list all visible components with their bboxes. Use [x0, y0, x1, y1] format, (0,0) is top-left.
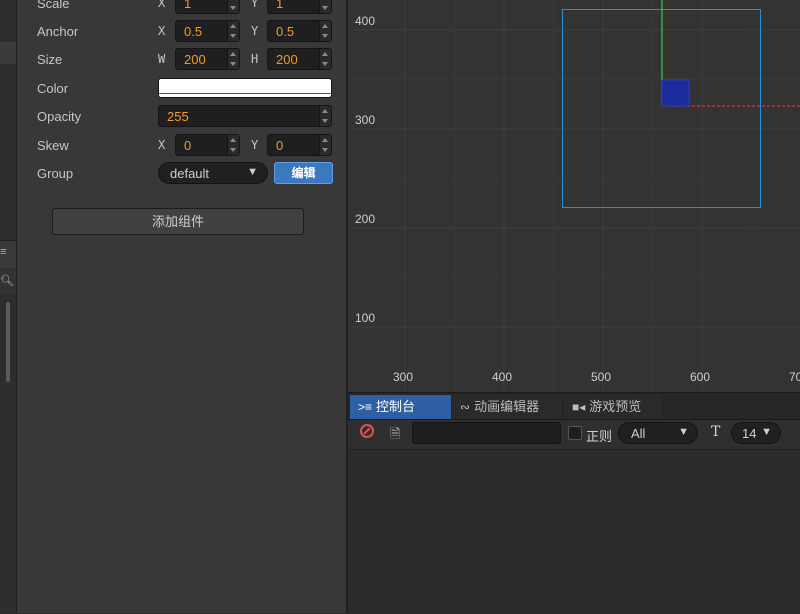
size-w-value: 200 — [184, 52, 206, 67]
x-axis-label-400: 400 — [492, 370, 513, 384]
tab-animation-editor[interactable]: ∾ 动画编辑器 — [452, 395, 562, 419]
y-axis-label-100: 100 — [355, 311, 376, 325]
group-select-value: default — [170, 166, 210, 181]
x-axis-label-300: 300 — [393, 370, 414, 384]
scene-viewport[interactable]: 400 300 200 100 300 400 500 600 70 — [348, 0, 800, 392]
anchor-y-value: 0.5 — [276, 24, 295, 39]
terminal-icon: >≡ — [358, 400, 373, 414]
scrollbar-thumb[interactable] — [6, 302, 10, 382]
log-level-value: All — [631, 426, 646, 441]
font-size-value: 14 — [742, 426, 757, 441]
anchor-y-stepper[interactable] — [319, 21, 331, 41]
x-axis-label-600: 600 — [690, 370, 711, 384]
console-panel: >≡ 控制台 ∾ 动画编辑器 ■◂ 游戏预览 🗎 正则 All ▼ T 14 ▼ — [348, 392, 800, 614]
regex-label: 正则 — [586, 429, 613, 444]
add-component-button[interactable]: 添加组件 — [52, 208, 304, 235]
anchor-x-axis-label: X — [158, 24, 166, 38]
regex-checkbox[interactable] — [568, 426, 582, 440]
opacity-value: 255 — [167, 109, 189, 124]
open-log-file-icon[interactable]: 🗎 — [390, 425, 400, 447]
font-size-select[interactable]: 14 ▼ — [731, 422, 781, 444]
triangle-down-icon: ▼ — [247, 166, 258, 178]
search-icon[interactable]: 🔍︎ — [0, 274, 14, 287]
color-label: Color — [37, 81, 69, 96]
skew-y-stepper[interactable] — [319, 135, 331, 155]
skew-x-axis-label: X — [158, 138, 166, 152]
y-axis-label-200: 200 — [355, 212, 376, 226]
size-h-value: 200 — [276, 52, 298, 67]
opacity-stepper[interactable] — [319, 106, 331, 126]
menu-icon[interactable]: ≡ — [0, 246, 6, 258]
size-w-axis-label: W — [158, 52, 166, 66]
size-h-field[interactable]: 200 — [267, 48, 332, 70]
size-w-stepper[interactable] — [227, 49, 239, 69]
anchor-y-axis-label: Y — [251, 24, 259, 38]
x-axis-label-500: 500 — [591, 370, 612, 384]
skew-row: Skew X 0 Y 0 — [17, 134, 346, 160]
skew-x-value: 0 — [184, 138, 192, 153]
x-axis-label-700: 70 — [789, 370, 800, 384]
anchor-row: Anchor X 0.5 Y 0.5 — [17, 20, 346, 46]
console-filter-input[interactable] — [412, 422, 561, 444]
tab-console[interactable]: >≡ 控制台 — [350, 395, 451, 419]
triangle-down-icon: ▼ — [761, 426, 772, 438]
font-size-icon: T — [711, 424, 721, 440]
scale-x-axis-label: X — [158, 0, 166, 10]
y-axis-label-300: 300 — [355, 113, 376, 127]
panel-tab-bar: >≡ 控制台 ∾ 动画编辑器 ■◂ 游戏预览 — [348, 393, 800, 420]
size-label: Size — [37, 52, 63, 67]
anchor-x-field[interactable]: 0.5 — [175, 20, 240, 42]
hierarchy-panel-edge: ≡ 🔍︎ — [0, 0, 17, 613]
triangle-down-icon: ▼ — [678, 426, 689, 438]
tab-animation-label: 动画编辑器 — [474, 399, 540, 414]
skew-x-field[interactable]: 0 — [175, 134, 240, 156]
size-h-stepper[interactable] — [319, 49, 331, 69]
scale-y-field[interactable]: 1 — [267, 0, 332, 14]
anchor-label: Anchor — [37, 24, 79, 39]
size-row: Size W 200 H 200 — [17, 48, 346, 74]
color-swatch[interactable] — [158, 78, 332, 98]
scene-grid — [348, 0, 800, 392]
group-label: Group — [37, 166, 74, 181]
log-level-select[interactable]: All ▼ — [618, 422, 698, 444]
inspector-panel: Scale X 1 Y 1 Anchor X 0.5 Y 0.5 Size W … — [17, 0, 348, 613]
group-select[interactable]: default ▼ — [158, 162, 268, 184]
scale-label: Scale — [37, 0, 70, 11]
opacity-field[interactable]: 255 — [158, 105, 332, 127]
scale-x-field[interactable]: 1 — [175, 0, 240, 14]
scale-y-axis-label: Y — [251, 0, 259, 10]
animation-icon: ∾ — [460, 400, 471, 414]
skew-label: Skew — [37, 138, 69, 153]
edit-group-button[interactable]: 编辑 — [274, 162, 333, 184]
skew-x-stepper[interactable] — [227, 135, 239, 155]
scale-row: Scale X 1 Y 1 — [17, 0, 346, 18]
size-h-axis-label: H — [251, 52, 259, 66]
opacity-label: Opacity — [37, 109, 82, 124]
anchor-x-value: 0.5 — [184, 24, 203, 39]
tab-console-label: 控制台 — [376, 399, 416, 414]
size-w-field[interactable]: 200 — [175, 48, 240, 70]
skew-y-axis-label: Y — [251, 138, 259, 152]
skew-y-value: 0 — [276, 138, 284, 153]
selected-node-row[interactable] — [0, 42, 16, 64]
scale-x-stepper[interactable] — [227, 0, 239, 13]
tab-game-preview-label: 游戏预览 — [589, 399, 642, 414]
move-handle[interactable] — [661, 79, 690, 107]
skew-y-field[interactable]: 0 — [267, 134, 332, 156]
scale-y-stepper[interactable] — [319, 0, 331, 13]
scale-y-value: 1 — [276, 0, 284, 11]
y-axis-label-400: 400 — [355, 14, 376, 28]
anchor-x-stepper[interactable] — [227, 21, 239, 41]
clear-console-icon[interactable] — [360, 424, 374, 438]
opacity-row: Opacity 255 — [17, 105, 346, 131]
tab-game-preview[interactable]: ■◂ 游戏预览 — [564, 395, 662, 419]
scale-x-value: 1 — [184, 0, 192, 11]
camera-icon: ■◂ — [572, 400, 586, 414]
anchor-y-field[interactable]: 0.5 — [267, 20, 332, 42]
